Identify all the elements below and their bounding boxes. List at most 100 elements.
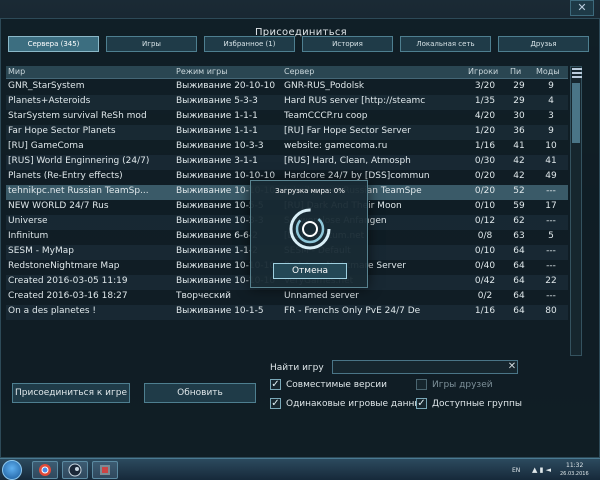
cell-players: 0/2 — [477, 291, 493, 301]
cell-mods: 41 — [545, 156, 557, 166]
header-mods[interactable]: Моды — [536, 67, 560, 76]
available-groups-checkbox[interactable]: ✓ — [416, 398, 427, 409]
cell-server: FR - Frenchs Only PvE 24/7 De — [284, 306, 421, 316]
cell-world: SESM - MyMap — [8, 246, 74, 256]
cell-server: website: gamecoma.ru — [284, 141, 388, 151]
space-engineers-icon[interactable] — [92, 461, 118, 479]
cell-world: GNR_StarSystem — [8, 81, 85, 91]
same-game-data-label: Одинаковые игровые данные — [286, 399, 428, 409]
tab-favorites[interactable]: Избранное (1) — [204, 36, 295, 52]
cell-mode: Творческий — [176, 291, 231, 301]
table-row[interactable]: Planets+Asteroids Выживание 5-3-3 Hard RUS… — [6, 95, 568, 110]
cell-players: 0/42 — [474, 276, 496, 286]
cell-world: RedstoneNightmare Map — [8, 261, 120, 271]
header-world[interactable]: Мир — [8, 67, 25, 76]
cell-mods: 3 — [548, 111, 554, 121]
cell-world: Created 2016-03-05 11:19 — [8, 276, 128, 286]
cell-mode: Выживание 10-3-3 — [176, 141, 264, 151]
start-button-icon[interactable] — [2, 460, 22, 480]
cell-mode: Выживание 5-3-3 — [176, 96, 258, 106]
cell-players: 0/10 — [474, 246, 496, 256]
chrome-icon[interactable] — [32, 461, 58, 479]
clock-date[interactable]: 26.03.2016 — [560, 471, 589, 477]
cancel-button[interactable]: Отмена — [273, 263, 347, 279]
friends-games-checkbox[interactable] — [416, 379, 427, 390]
cell-mods: --- — [546, 261, 556, 271]
table-row[interactable]: GNR_StarSystem Выживание 20-10-10 GNR-RUS_… — [6, 80, 568, 95]
header-ping[interactable]: Пи — [510, 67, 521, 76]
cell-players: 0/20 — [474, 171, 496, 181]
same-game-data-checkbox[interactable]: ✓ — [270, 398, 281, 409]
cell-mods: 49 — [545, 171, 557, 181]
cell-ping: 41 — [513, 141, 525, 151]
cell-mods: 5 — [548, 231, 554, 241]
steam-icon[interactable] — [62, 461, 88, 479]
cell-mode: Выживание 1-1-1 — [176, 111, 258, 121]
table-row[interactable]: StarSystem survival ReSh mod Выживание 1-… — [6, 110, 568, 125]
refresh-button[interactable]: Обновить — [144, 383, 256, 403]
table-row[interactable]: On a des planetes ! Выживание 10-1-5 FR - … — [6, 305, 568, 320]
cell-ping: 64 — [513, 276, 525, 286]
cell-world: Planets+Asteroids — [8, 96, 91, 106]
cell-players: 1/20 — [474, 126, 496, 136]
tray-icons[interactable]: ▲ ▮ ◄ — [532, 466, 551, 474]
clock-time[interactable]: 11:32 — [566, 462, 583, 469]
compatible-versions-checkbox[interactable]: ✓ — [270, 379, 281, 390]
cell-world: Created 2016-03-16 18:27 — [8, 291, 128, 301]
table-row[interactable]: Created 2016-03-16 18:27 Творческий Unname… — [6, 290, 568, 305]
table-scrollbar[interactable] — [570, 66, 582, 356]
windows-taskbar: EN ▲ ▮ ◄ 11:32 26.03.2016 — [0, 458, 600, 480]
search-input[interactable] — [332, 360, 518, 374]
cell-ping: 62 — [513, 216, 525, 226]
cell-players: 4/20 — [474, 111, 496, 121]
cell-mods: --- — [546, 216, 556, 226]
cell-world: [RU] GameComa — [8, 141, 84, 151]
tab-games[interactable]: Игры — [106, 36, 197, 52]
cell-mods: 17 — [545, 201, 557, 211]
scrollbar-handle[interactable] — [572, 83, 580, 143]
header-server[interactable]: Сервер — [284, 67, 314, 76]
column-menu-icon[interactable] — [572, 68, 582, 78]
loading-title: Загрузка мира: 0% — [275, 187, 345, 195]
cell-players: 0/30 — [474, 156, 496, 166]
cell-mods: 9 — [548, 81, 554, 91]
cell-ping: 29 — [513, 96, 525, 106]
join-game-button[interactable]: Присоединиться к игре — [12, 383, 130, 403]
cell-server: GNR-RUS_Podolsk — [284, 81, 365, 91]
table-row[interactable]: [RU] GameComa Выживание 10-3-3 website: ga… — [6, 140, 568, 155]
tab-friends[interactable]: Друзья — [498, 36, 589, 52]
search-label: Найти игру — [270, 363, 324, 373]
available-groups-label: Доступные группы — [432, 399, 522, 409]
header-players[interactable]: Игроки — [468, 67, 498, 76]
cell-ping: 29 — [513, 81, 525, 91]
cell-world: NEW WORLD 24/7 Rus — [8, 201, 109, 211]
cell-mods: 9 — [548, 126, 554, 136]
cell-server: [RU] Far Hope Sector Server — [284, 126, 411, 136]
close-button[interactable]: ✕ — [570, 0, 594, 16]
language-indicator[interactable]: EN — [512, 467, 520, 474]
clear-search-icon[interactable]: ✕ — [506, 360, 518, 374]
table-header: Мир Режим игры Сервер Игроки Пи Моды — [6, 66, 568, 79]
cell-players: 1/16 — [474, 306, 496, 316]
cell-world: Far Hope Sector Planets — [8, 126, 116, 136]
table-row[interactable]: Far Hope Sector Planets Выживание 1-1-1 [R… — [6, 125, 568, 140]
loading-dialog: Загрузка мира: 0% Отмена — [250, 180, 368, 288]
tab-history[interactable]: История — [302, 36, 393, 52]
header-mode[interactable]: Режим игры — [176, 67, 228, 76]
cell-mode: Выживание 10-1-5 — [176, 306, 264, 316]
cell-world: Planets (Re-Entry effects) — [8, 171, 123, 181]
cell-players: 0/40 — [474, 261, 496, 271]
cell-mods: 22 — [545, 276, 557, 286]
table-row[interactable]: [RUS] World Enginnering (24/7) Выживание … — [6, 155, 568, 170]
cell-world: On a des planetes ! — [8, 306, 97, 316]
tab-servers[interactable]: Сервера (345) — [8, 36, 99, 52]
tab-lan[interactable]: Локальная сеть — [400, 36, 491, 52]
compatible-versions-label: Совместимые версии — [286, 380, 387, 390]
friends-games-label: Игры друзей — [432, 380, 493, 390]
cell-world: StarSystem survival ReSh mod — [8, 111, 147, 121]
cell-mode: Выживание 20-10-10 — [176, 81, 276, 91]
cell-ping: 59 — [513, 201, 525, 211]
cell-world: Universe — [8, 216, 48, 226]
cell-ping: 30 — [513, 111, 525, 121]
cell-server: Unnamed server — [284, 291, 359, 301]
